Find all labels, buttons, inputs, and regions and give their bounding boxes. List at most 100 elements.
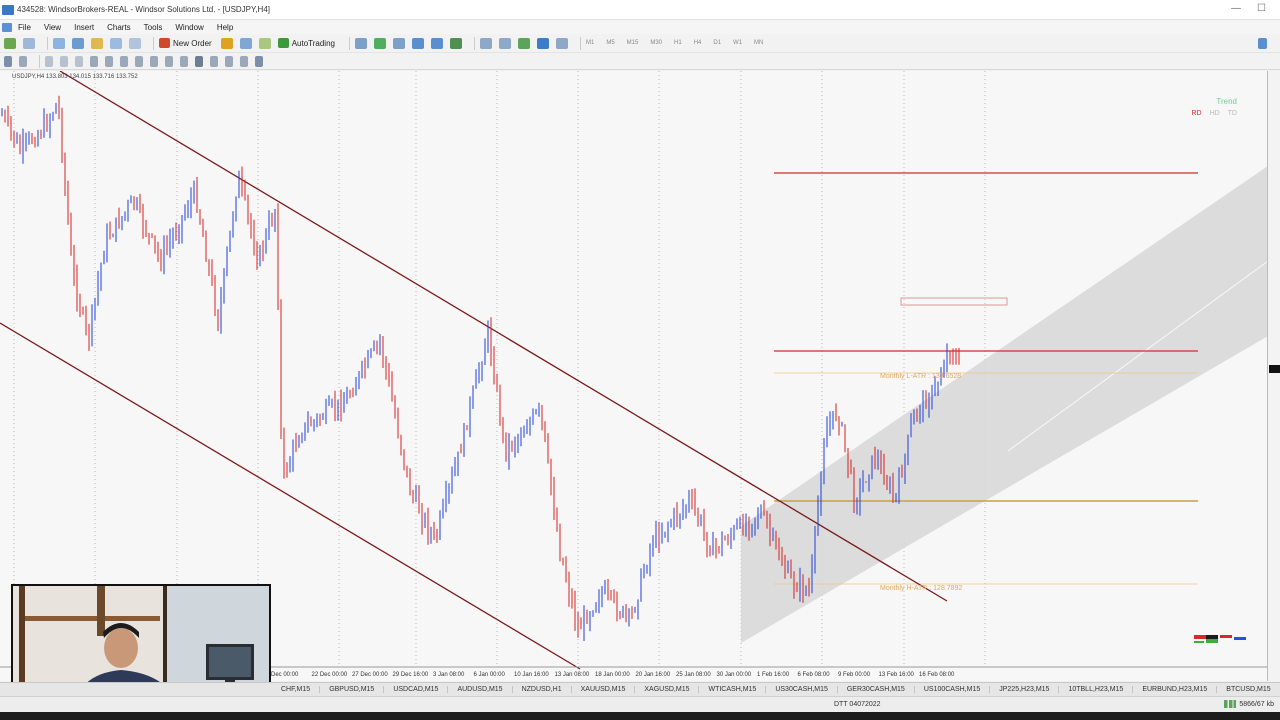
timeframe-m15[interactable]: M15 xyxy=(627,40,639,46)
grid-icon[interactable] xyxy=(150,55,158,67)
price-axis xyxy=(1268,71,1280,681)
autoscroll-icon[interactable] xyxy=(498,37,511,49)
timeframe-mn[interactable]: MN xyxy=(754,40,763,46)
arrows-icon[interactable] xyxy=(180,55,188,67)
zoom-in-icon[interactable] xyxy=(411,37,424,49)
menu-bar: File View Insert Charts Tools Window Hel… xyxy=(0,20,1280,34)
text-icon[interactable] xyxy=(120,55,128,67)
chart-shift-icon[interactable] xyxy=(479,37,492,49)
trend-title: Trend xyxy=(1216,97,1237,106)
standard-toolbar: New Order AutoTrading M1 M5 M15 M30 H1 H… xyxy=(0,34,1280,53)
profiles-icon[interactable] xyxy=(23,37,35,49)
tile-windows-icon[interactable] xyxy=(449,37,462,49)
symbol-tab[interactable]: EURBUND,H23,M15 xyxy=(1133,686,1218,693)
fibonacci-icon[interactable] xyxy=(105,55,113,67)
autotrading-button[interactable]: AutoTrading xyxy=(277,38,335,48)
symbol-tab[interactable]: WTICASH,M15 xyxy=(699,686,767,693)
candles xyxy=(1,95,960,641)
menu-tools[interactable]: Tools xyxy=(144,23,163,32)
symbol-tab[interactable]: US30CASH,M15 xyxy=(766,686,838,693)
symbol-tab[interactable]: XAGUSD,M15 xyxy=(635,686,700,693)
ellipse-icon[interactable] xyxy=(210,55,218,67)
menu-view[interactable]: View xyxy=(44,23,61,32)
terminal-icon[interactable] xyxy=(110,37,122,49)
title-bar: 434528: WindsorBrokers-REAL - Windsor So… xyxy=(0,0,1280,20)
vertical-line-icon[interactable] xyxy=(45,55,53,67)
menu-charts[interactable]: Charts xyxy=(107,23,131,32)
drawing-toolbar xyxy=(0,53,1280,70)
autotrading-icon xyxy=(277,38,289,48)
crosshair-icon[interactable] xyxy=(19,55,27,67)
date-tick-label: 6 Jan 00:00 xyxy=(474,672,506,678)
symbol-tab-bar: CHF,M15 GBPUSD,M15 USDCAD,M15 AUDUSD,M15 NZD… xyxy=(0,682,1280,696)
new-order-icon xyxy=(159,38,170,48)
window-title: 434528: WindsorBrokers-REAL - Windsor So… xyxy=(17,5,270,14)
horizontal-line-icon[interactable] xyxy=(60,55,68,67)
navigator-icon[interactable] xyxy=(91,37,103,49)
symbol-tab[interactable]: GER30CASH,M15 xyxy=(838,686,915,693)
symbol-tab[interactable]: BTCUSD,M15 xyxy=(1217,686,1280,693)
new-chart-icon[interactable] xyxy=(4,37,16,49)
more-tools-icon[interactable] xyxy=(255,55,263,67)
timeframe-w1[interactable]: W1 xyxy=(733,40,742,46)
indicators-icon[interactable] xyxy=(517,37,530,49)
options-icon[interactable] xyxy=(239,37,252,49)
symbol-tab[interactable]: JP225,H23,M15 xyxy=(990,686,1060,693)
cursor-icon[interactable] xyxy=(4,55,12,67)
trend-codes: RD HD TD xyxy=(1186,110,1238,117)
date-tick-label: 29 Dec 16:00 xyxy=(393,672,429,678)
shapes-icon[interactable] xyxy=(165,55,173,67)
chart-window-icon[interactable] xyxy=(2,22,12,32)
menu-help[interactable]: Help xyxy=(217,23,233,32)
timeframe-h4[interactable]: H4 xyxy=(694,40,702,46)
minimize-button[interactable]: — xyxy=(1231,3,1241,14)
symbol-tab[interactable]: NZDUSD,H1 xyxy=(513,686,572,693)
symbol-info: USDJPY,H4 133.803 134.015 133.716 133.75… xyxy=(12,74,138,80)
date-tick-label: 25 Jan 08:00 xyxy=(676,672,711,678)
metaeditor-icon[interactable] xyxy=(220,37,233,49)
trend-code-td: TD xyxy=(1227,110,1237,117)
line-chart-icon[interactable] xyxy=(392,37,405,49)
timeframe-m5[interactable]: M5 xyxy=(606,40,614,46)
trendline-icon[interactable] xyxy=(75,55,83,67)
symbol-tab[interactable]: GBPUSD,M15 xyxy=(320,686,385,693)
channel-upper-line xyxy=(59,71,948,602)
pitchfork-icon[interactable] xyxy=(225,55,233,67)
menu-file[interactable]: File xyxy=(18,23,31,32)
symbol-tab[interactable]: 10TBLL,H23,M15 xyxy=(1059,686,1134,693)
timeframe-d1[interactable]: D1 xyxy=(713,40,721,46)
symbol-tab[interactable]: US100CASH,M15 xyxy=(915,686,991,693)
equidistant-channel-icon[interactable] xyxy=(90,55,98,67)
new-order-button[interactable]: New Order xyxy=(159,38,212,48)
candlestick-icon[interactable] xyxy=(373,37,386,49)
date-tick-label: 6 Feb 08:00 xyxy=(798,672,831,678)
timeframe-m1[interactable]: M1 xyxy=(586,40,594,46)
date-tick-label: 13 Feb 16:00 xyxy=(879,672,915,678)
date-tick-label: 30 Jan 00:00 xyxy=(717,672,752,678)
menu-insert[interactable]: Insert xyxy=(74,23,94,32)
symbol-tab[interactable]: XAUUSD,M15 xyxy=(572,686,636,693)
search-icon[interactable] xyxy=(1258,38,1267,49)
pencil-icon[interactable] xyxy=(240,55,248,67)
strategy-tester-icon[interactable] xyxy=(129,37,141,49)
zoom-out-icon[interactable] xyxy=(430,37,443,49)
bar-chart-icon[interactable] xyxy=(354,37,367,49)
periods-icon[interactable] xyxy=(536,37,549,49)
symbol-tab[interactable]: USDCAD,M15 xyxy=(384,686,449,693)
signals-icon[interactable] xyxy=(258,37,271,49)
date-tick-label: 10 Jan 16:00 xyxy=(514,672,549,678)
rectangle-icon[interactable] xyxy=(195,55,203,67)
date-tick-label: 16 Feb 08:00 xyxy=(919,672,955,678)
symbol-tab[interactable]: CHF,M15 xyxy=(272,686,321,693)
timeframe-m30[interactable]: M30 xyxy=(650,40,662,46)
symbol-tab[interactable]: AUDUSD,M15 xyxy=(448,686,513,693)
monthly-low-atr-label: Monthly L-ATR : 133.6528 xyxy=(880,373,962,380)
market-watch-icon[interactable] xyxy=(53,37,65,49)
text-label-icon[interactable] xyxy=(135,55,143,67)
templates-icon[interactable] xyxy=(555,37,568,49)
data-window-icon[interactable] xyxy=(72,37,84,49)
connection-bars-icon xyxy=(1224,700,1237,708)
maximize-button[interactable]: ☐ xyxy=(1257,3,1266,14)
menu-window[interactable]: Window xyxy=(175,23,203,32)
timeframe-h1[interactable]: H1 xyxy=(674,40,682,46)
